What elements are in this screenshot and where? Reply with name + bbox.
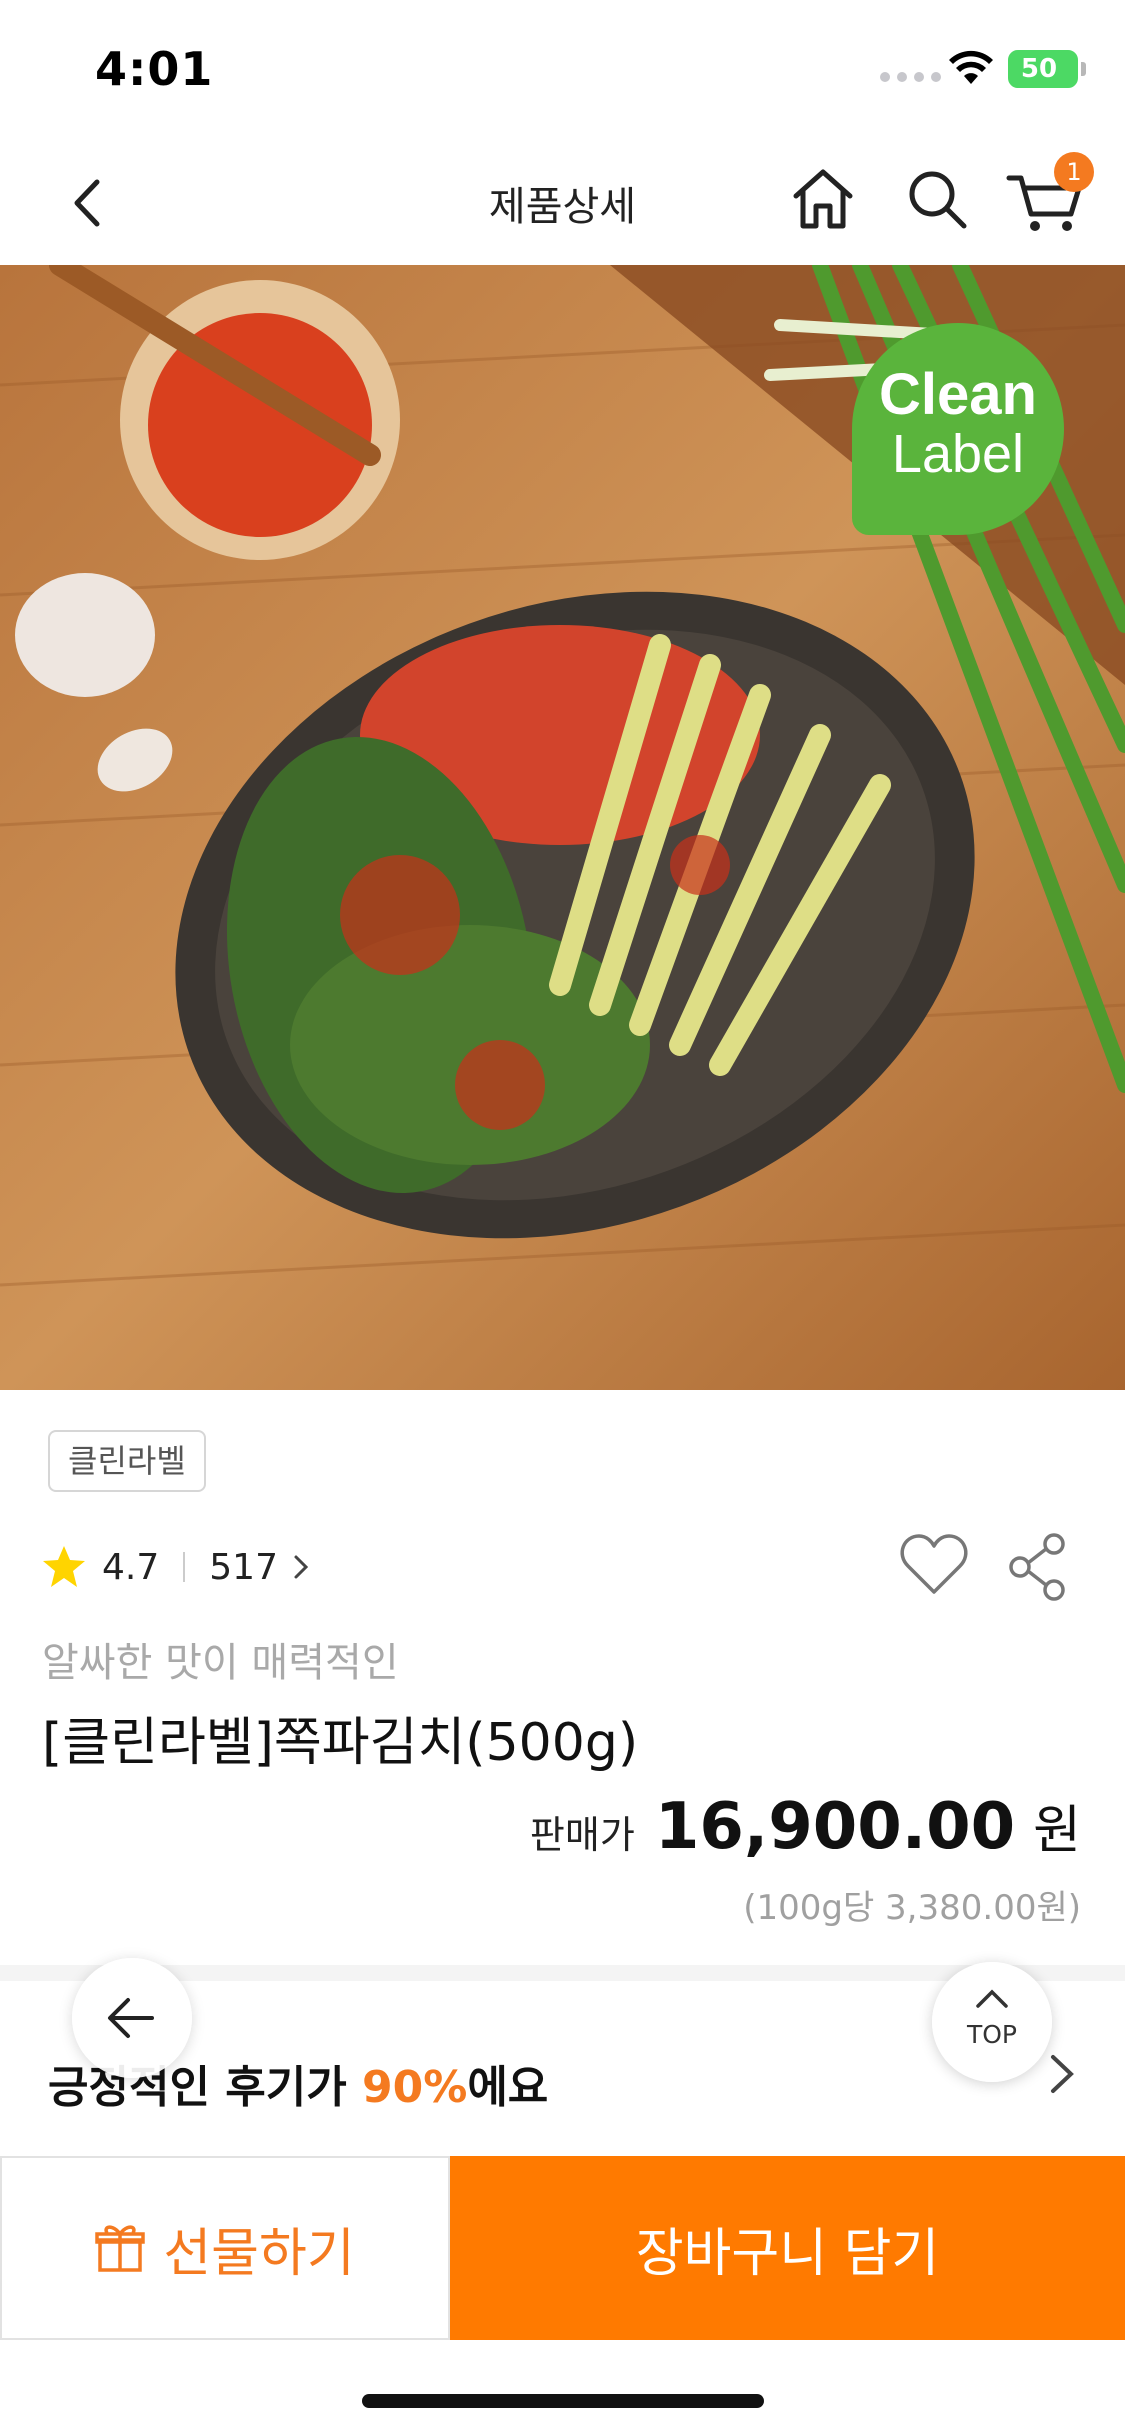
battery-cap — [1081, 62, 1086, 76]
price-label: 판매가 — [529, 1813, 635, 1857]
rating-row[interactable]: 4.7 517 — [40, 1538, 314, 1596]
status-bar: 4:01 50 — [0, 0, 1125, 140]
star-icon — [43, 1546, 85, 1587]
search-icon[interactable] — [902, 164, 972, 234]
chevron-up-icon — [976, 1989, 1008, 2008]
gift-icon — [95, 2225, 146, 2272]
home-indicator — [362, 2394, 764, 2408]
chevron-right-icon — [1051, 2055, 1074, 2093]
floating-back-button[interactable] — [72, 1958, 192, 2078]
product-subtitle: 알싸한 맛이 매력적인 — [42, 1640, 399, 1686]
gift-button[interactable]: 선물하기 — [0, 2156, 450, 2340]
rating-value: 4.7 — [102, 1546, 160, 1588]
clean-label-badge: Clean Label — [852, 323, 1064, 535]
add-to-cart-button[interactable]: 장바구니 담기 — [450, 2156, 1125, 2340]
top-nav-bar: 제품상세 — [0, 140, 1125, 265]
price-currency: 원 — [1033, 1801, 1081, 1861]
battery-icon: 50 — [1008, 50, 1078, 88]
price-value: 16,900.00 — [654, 1790, 1016, 1864]
signal-icon — [880, 72, 941, 82]
cart-count-badge: 1 — [1054, 152, 1094, 192]
chevron-right-icon — [294, 1555, 309, 1579]
wishlist-heart-button[interactable] — [898, 1532, 970, 1598]
price-row: 판매가 16,900.00 원 — [530, 1788, 1081, 1864]
scroll-top-button[interactable]: TOP — [932, 1962, 1052, 2082]
arrow-left-icon — [108, 1998, 154, 2038]
product-image[interactable]: Clean Label — [0, 265, 1125, 1390]
status-time: 4:01 — [95, 42, 214, 96]
product-tag: 클린라벨 — [48, 1430, 206, 1492]
gift-label: 선물하기 — [163, 2223, 355, 2284]
rating-divider — [183, 1552, 186, 1582]
share-button[interactable] — [1006, 1532, 1070, 1602]
wifi-icon — [949, 50, 993, 84]
home-icon[interactable] — [788, 164, 858, 234]
product-title: [클린라벨]쪽파김치(500g) — [42, 1713, 639, 1773]
add-to-cart-label: 장바구니 담기 — [635, 2223, 940, 2284]
scroll-top-label: TOP — [966, 2020, 1018, 2049]
review-count: 517 — [209, 1546, 278, 1588]
bottom-action-bar: 선물하기 장바구니 담기 — [0, 2156, 1125, 2340]
unit-price: (100g당 3,380.00원) — [743, 1888, 1081, 1928]
review-percentage: 90% — [362, 2062, 468, 2113]
